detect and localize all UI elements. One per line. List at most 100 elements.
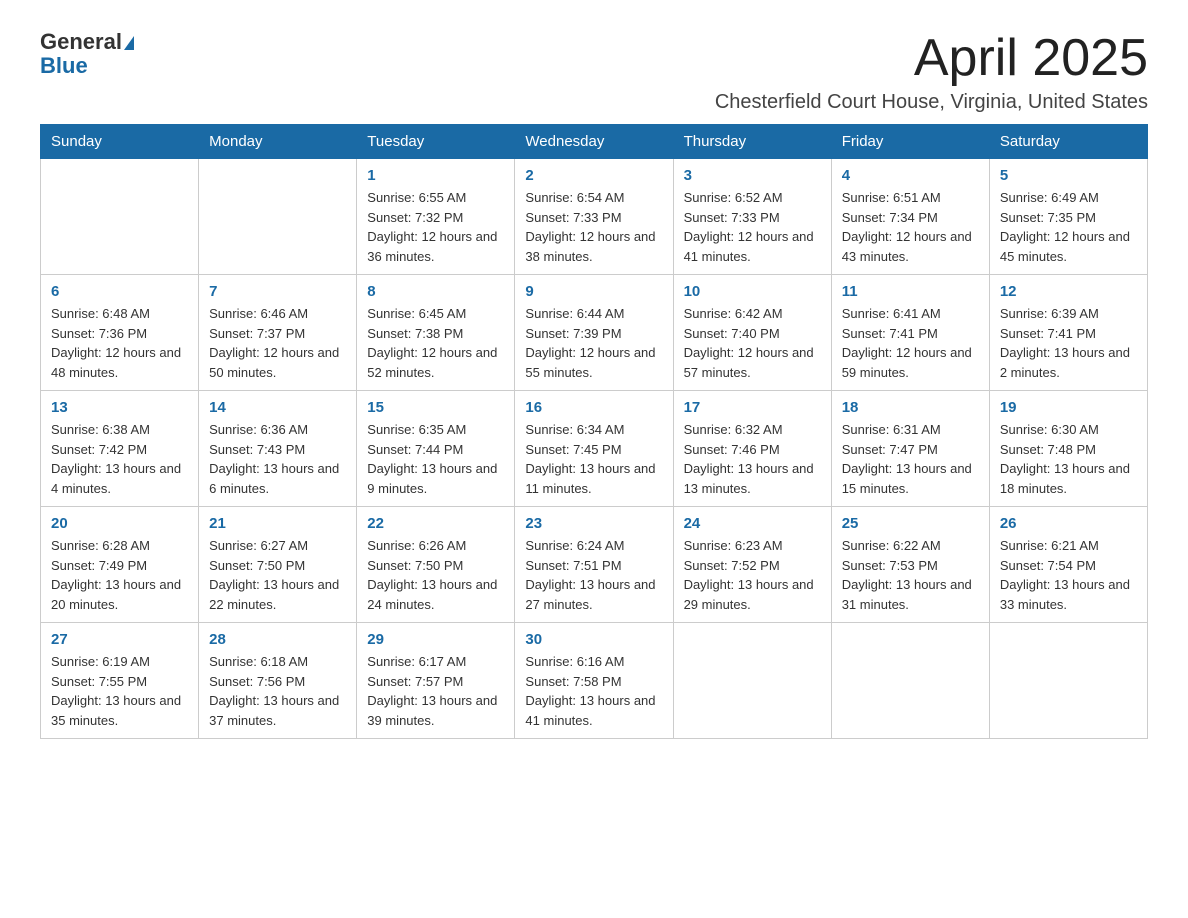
- weekday-header-wednesday: Wednesday: [515, 125, 673, 159]
- day-number: 16: [525, 399, 662, 416]
- day-number: 18: [842, 399, 979, 416]
- day-number: 11: [842, 283, 979, 300]
- calendar-cell: [989, 623, 1147, 739]
- calendar-cell: 7 Sunrise: 6:46 AMSunset: 7:37 PMDaylight…: [199, 275, 357, 391]
- day-info: Sunrise: 6:30 AMSunset: 7:48 PMDaylight:…: [1000, 420, 1137, 498]
- day-info: Sunrise: 6:27 AMSunset: 7:50 PMDaylight:…: [209, 536, 346, 614]
- weekday-header-thursday: Thursday: [673, 125, 831, 159]
- day-info: Sunrise: 6:36 AMSunset: 7:43 PMDaylight:…: [209, 420, 346, 498]
- day-info: Sunrise: 6:44 AMSunset: 7:39 PMDaylight:…: [525, 304, 662, 382]
- calendar-week-row: 27 Sunrise: 6:19 AMSunset: 7:55 PMDayligh…: [41, 623, 1148, 739]
- calendar-cell: 12 Sunrise: 6:39 AMSunset: 7:41 PMDayligh…: [989, 275, 1147, 391]
- day-info: Sunrise: 6:54 AMSunset: 7:33 PMDaylight:…: [525, 188, 662, 266]
- calendar-cell: 9 Sunrise: 6:44 AMSunset: 7:39 PMDaylight…: [515, 275, 673, 391]
- day-number: 13: [51, 399, 188, 416]
- day-number: 15: [367, 399, 504, 416]
- day-info: Sunrise: 6:22 AMSunset: 7:53 PMDaylight:…: [842, 536, 979, 614]
- calendar-cell: 27 Sunrise: 6:19 AMSunset: 7:55 PMDayligh…: [41, 623, 199, 739]
- day-number: 14: [209, 399, 346, 416]
- calendar-cell: 16Sunrise: 6:34 AMSunset: 7:45 PMDayligh…: [515, 391, 673, 507]
- day-info: Sunrise: 6:21 AMSunset: 7:54 PMDaylight:…: [1000, 536, 1137, 614]
- calendar-cell: 23 Sunrise: 6:24 AMSunset: 7:51 PMDayligh…: [515, 507, 673, 623]
- day-info: Sunrise: 6:49 AMSunset: 7:35 PMDaylight:…: [1000, 188, 1137, 266]
- day-info: Sunrise: 6:46 AMSunset: 7:37 PMDaylight:…: [209, 304, 346, 382]
- calendar-cell: 4 Sunrise: 6:51 AMSunset: 7:34 PMDaylight…: [831, 159, 989, 275]
- day-info: Sunrise: 6:24 AMSunset: 7:51 PMDaylight:…: [525, 536, 662, 614]
- calendar-week-row: 6Sunrise: 6:48 AMSunset: 7:36 PMDaylight…: [41, 275, 1148, 391]
- calendar-cell: 15 Sunrise: 6:35 AMSunset: 7:44 PMDayligh…: [357, 391, 515, 507]
- location-subtitle: Chesterfield Court House, Virginia, Unit…: [715, 91, 1148, 114]
- calendar-cell: 14 Sunrise: 6:36 AMSunset: 7:43 PMDayligh…: [199, 391, 357, 507]
- day-number: 7: [209, 283, 346, 300]
- day-number: 24: [684, 515, 821, 532]
- calendar-cell: 11 Sunrise: 6:41 AMSunset: 7:41 PMDayligh…: [831, 275, 989, 391]
- calendar-cell: 18 Sunrise: 6:31 AMSunset: 7:47 PMDayligh…: [831, 391, 989, 507]
- calendar-cell: 17 Sunrise: 6:32 AMSunset: 7:46 PMDayligh…: [673, 391, 831, 507]
- day-info: Sunrise: 6:38 AMSunset: 7:42 PMDaylight:…: [51, 420, 188, 498]
- calendar-cell: [41, 159, 199, 275]
- day-info: Sunrise: 6:19 AMSunset: 7:55 PMDaylight:…: [51, 652, 188, 730]
- calendar-week-row: 13 Sunrise: 6:38 AMSunset: 7:42 PMDayligh…: [41, 391, 1148, 507]
- calendar-cell: 21 Sunrise: 6:27 AMSunset: 7:50 PMDayligh…: [199, 507, 357, 623]
- calendar-cell: 24Sunrise: 6:23 AMSunset: 7:52 PMDayligh…: [673, 507, 831, 623]
- day-number: 5: [1000, 167, 1137, 184]
- logo-triangle-icon: [124, 36, 134, 50]
- day-number: 1: [367, 167, 504, 184]
- day-info: Sunrise: 6:17 AMSunset: 7:57 PMDaylight:…: [367, 652, 504, 730]
- title-block: April 2025 Chesterfield Court House, Vir…: [715, 30, 1148, 114]
- day-number: 23: [525, 515, 662, 532]
- day-number: 30: [525, 631, 662, 648]
- day-info: Sunrise: 6:32 AMSunset: 7:46 PMDaylight:…: [684, 420, 821, 498]
- calendar-cell: [673, 623, 831, 739]
- day-number: 8: [367, 283, 504, 300]
- calendar-cell: 19 Sunrise: 6:30 AMSunset: 7:48 PMDayligh…: [989, 391, 1147, 507]
- day-number: 25: [842, 515, 979, 532]
- day-number: 3: [684, 167, 821, 184]
- calendar-cell: 1 Sunrise: 6:55 AMSunset: 7:32 PMDaylight…: [357, 159, 515, 275]
- day-number: 2: [525, 167, 662, 184]
- day-info: Sunrise: 6:28 AMSunset: 7:49 PMDaylight:…: [51, 536, 188, 614]
- day-info: Sunrise: 6:41 AMSunset: 7:41 PMDaylight:…: [842, 304, 979, 382]
- logo-blue-text: Blue: [40, 54, 134, 78]
- day-info: Sunrise: 6:55 AMSunset: 7:32 PMDaylight:…: [367, 188, 504, 266]
- day-info: Sunrise: 6:39 AMSunset: 7:41 PMDaylight:…: [1000, 304, 1137, 382]
- calendar-week-row: 20Sunrise: 6:28 AMSunset: 7:49 PMDayligh…: [41, 507, 1148, 623]
- page-header: General Blue April 2025 Chesterfield Cou…: [40, 30, 1148, 114]
- day-info: Sunrise: 6:16 AMSunset: 7:58 PMDaylight:…: [525, 652, 662, 730]
- day-number: 17: [684, 399, 821, 416]
- day-number: 22: [367, 515, 504, 532]
- calendar-cell: 20Sunrise: 6:28 AMSunset: 7:49 PMDayligh…: [41, 507, 199, 623]
- logo: General Blue: [40, 30, 134, 78]
- day-info: Sunrise: 6:35 AMSunset: 7:44 PMDaylight:…: [367, 420, 504, 498]
- calendar-cell: 6Sunrise: 6:48 AMSunset: 7:36 PMDaylight…: [41, 275, 199, 391]
- calendar-cell: 5 Sunrise: 6:49 AMSunset: 7:35 PMDaylight…: [989, 159, 1147, 275]
- calendar-cell: [831, 623, 989, 739]
- calendar-cell: 10Sunrise: 6:42 AMSunset: 7:40 PMDayligh…: [673, 275, 831, 391]
- day-info: Sunrise: 6:45 AMSunset: 7:38 PMDaylight:…: [367, 304, 504, 382]
- calendar-header-row: SundayMondayTuesdayWednesdayThursdayFrid…: [41, 125, 1148, 159]
- calendar-cell: 13 Sunrise: 6:38 AMSunset: 7:42 PMDayligh…: [41, 391, 199, 507]
- calendar-cell: 2 Sunrise: 6:54 AMSunset: 7:33 PMDaylight…: [515, 159, 673, 275]
- day-number: 19: [1000, 399, 1137, 416]
- day-info: Sunrise: 6:52 AMSunset: 7:33 PMDaylight:…: [684, 188, 821, 266]
- calendar-cell: 22 Sunrise: 6:26 AMSunset: 7:50 PMDayligh…: [357, 507, 515, 623]
- weekday-header-saturday: Saturday: [989, 125, 1147, 159]
- day-info: Sunrise: 6:31 AMSunset: 7:47 PMDaylight:…: [842, 420, 979, 498]
- weekday-header-sunday: Sunday: [41, 125, 199, 159]
- day-info: Sunrise: 6:18 AMSunset: 7:56 PMDaylight:…: [209, 652, 346, 730]
- day-info: Sunrise: 6:42 AMSunset: 7:40 PMDaylight:…: [684, 304, 821, 382]
- month-year-title: April 2025: [715, 30, 1148, 87]
- day-number: 12: [1000, 283, 1137, 300]
- day-number: 9: [525, 283, 662, 300]
- calendar-week-row: 1 Sunrise: 6:55 AMSunset: 7:32 PMDaylight…: [41, 159, 1148, 275]
- day-info: Sunrise: 6:26 AMSunset: 7:50 PMDaylight:…: [367, 536, 504, 614]
- day-number: 29: [367, 631, 504, 648]
- day-number: 4: [842, 167, 979, 184]
- day-number: 27: [51, 631, 188, 648]
- day-info: Sunrise: 6:51 AMSunset: 7:34 PMDaylight:…: [842, 188, 979, 266]
- calendar-cell: 29 Sunrise: 6:17 AMSunset: 7:57 PMDayligh…: [357, 623, 515, 739]
- calendar-cell: 28Sunrise: 6:18 AMSunset: 7:56 PMDayligh…: [199, 623, 357, 739]
- day-number: 26: [1000, 515, 1137, 532]
- calendar-cell: 26 Sunrise: 6:21 AMSunset: 7:54 PMDayligh…: [989, 507, 1147, 623]
- day-number: 21: [209, 515, 346, 532]
